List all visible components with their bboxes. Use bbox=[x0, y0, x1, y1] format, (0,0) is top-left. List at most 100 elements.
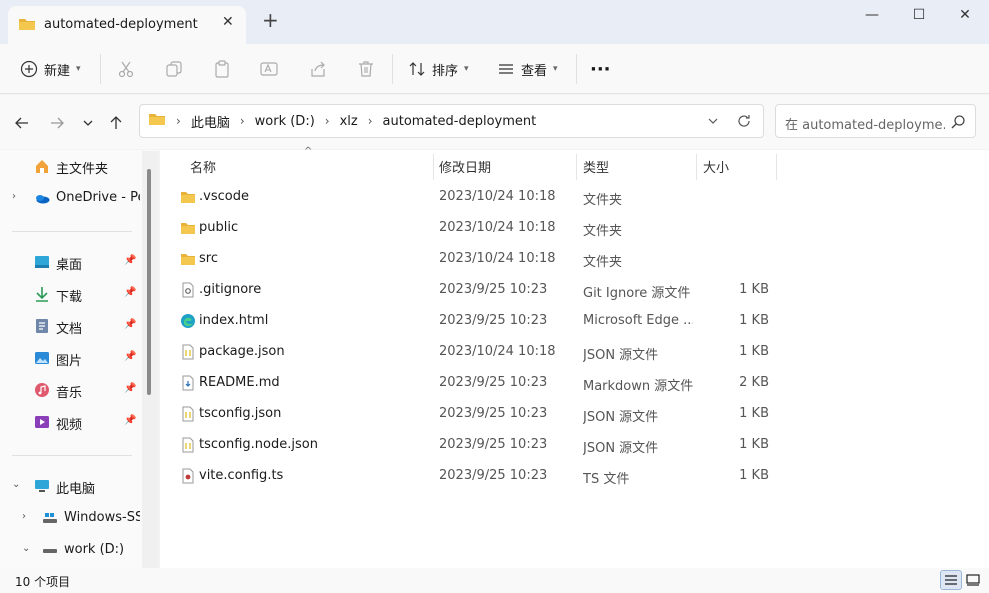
breadcrumb-separator-icon[interactable]: › bbox=[240, 114, 245, 128]
json-file-icon bbox=[180, 406, 196, 422]
sidebar-item-videos[interactable]: 视频 📌 bbox=[0, 408, 140, 436]
file-row[interactable]: tsconfig.json 2023/9/25 10:23 JSON 源文件 1 KB bbox=[176, 399, 776, 429]
sidebar-item-downloads[interactable]: 下载 📌 bbox=[0, 280, 140, 308]
file-row[interactable]: index.html 2023/9/25 10:23 Microsoft Edge … bbox=[176, 306, 776, 336]
tab-automated-deployment[interactable]: automated-deployment ✕ bbox=[8, 6, 246, 44]
navigation-pane: 主文件夹 › OneDrive - Per 桌面 📌 下载 📌 文档 📌 图片 … bbox=[0, 150, 158, 568]
column-divider[interactable] bbox=[433, 154, 434, 180]
pin-icon[interactable]: 📌 bbox=[124, 351, 136, 362]
share-icon bbox=[311, 61, 325, 77]
search-box[interactable]: 在 automated-deployme... bbox=[775, 104, 976, 138]
file-row[interactable]: package.json 2023/10/24 10:18 JSON 源文件 1 KB bbox=[176, 337, 776, 367]
sidebar-item-home[interactable]: 主文件夹 bbox=[0, 152, 140, 180]
file-name: vite.config.ts bbox=[199, 468, 284, 483]
search-placeholder: 在 automated-deployme... bbox=[785, 118, 945, 133]
expand-chevron-icon[interactable]: › bbox=[22, 511, 32, 522]
file-row[interactable]: public 2023/10/24 10:18 文件夹 bbox=[176, 213, 776, 243]
sidebar-item-this-pc[interactable]: ⌄ 此电脑 bbox=[0, 472, 140, 500]
markdown-file-icon bbox=[180, 375, 196, 391]
column-divider[interactable] bbox=[696, 154, 697, 180]
sidebar-divider bbox=[12, 455, 132, 456]
breadcrumb-automated-deployment[interactable]: automated-deployment bbox=[383, 114, 537, 129]
sidebar-item-work-d[interactable]: ⌄ work (D:) bbox=[0, 536, 140, 564]
pin-icon[interactable]: 📌 bbox=[124, 255, 136, 266]
copy-button[interactable] bbox=[165, 56, 183, 82]
sidebar-item-documents[interactable]: 文档 📌 bbox=[0, 312, 140, 340]
column-header-name[interactable]: 名称 bbox=[190, 157, 216, 185]
onedrive-icon bbox=[34, 190, 50, 206]
view-button[interactable]: 查看 ▾ bbox=[497, 56, 558, 82]
pin-icon[interactable]: 📌 bbox=[124, 287, 136, 298]
share-button[interactable] bbox=[309, 56, 327, 82]
breadcrumb-separator-icon[interactable]: › bbox=[368, 114, 373, 128]
sidebar-item-pictures[interactable]: 图片 📌 bbox=[0, 344, 140, 372]
file-row[interactable]: tsconfig.node.json 2023/9/25 10:23 JSON 源文… bbox=[176, 430, 776, 460]
close-window-button[interactable]: ✕ bbox=[942, 4, 988, 28]
breadcrumb-separator-icon[interactable]: › bbox=[325, 114, 330, 128]
sidebar-item-desktop[interactable]: 桌面 📌 bbox=[0, 248, 140, 276]
file-type: Microsoft Edge ... bbox=[583, 313, 693, 328]
rename-button[interactable] bbox=[260, 56, 278, 82]
column-divider[interactable] bbox=[776, 154, 777, 180]
column-header-date[interactable]: 修改日期 bbox=[439, 157, 491, 185]
sidebar-divider bbox=[12, 231, 132, 232]
file-row[interactable]: src 2023/10/24 10:18 文件夹 bbox=[176, 244, 776, 274]
tiles-view-button[interactable] bbox=[962, 570, 984, 590]
more-options-button[interactable]: ··· bbox=[590, 56, 611, 82]
cut-button[interactable] bbox=[117, 56, 135, 82]
sidebar-item-onedrive[interactable]: › OneDrive - Per bbox=[0, 184, 140, 212]
details-view-button[interactable] bbox=[940, 570, 962, 590]
up-arrow-icon[interactable] bbox=[106, 113, 126, 133]
address-history-chevron-icon[interactable] bbox=[706, 114, 720, 132]
paste-button[interactable] bbox=[213, 56, 231, 82]
file-row[interactable]: .vscode 2023/10/24 10:18 文件夹 bbox=[176, 182, 776, 212]
file-type: JSON 源文件 bbox=[583, 441, 659, 456]
file-row[interactable]: vite.config.ts 2023/9/25 10:23 TS 文件 1 KB bbox=[176, 461, 776, 491]
minimize-button[interactable]: — bbox=[849, 4, 895, 28]
new-tab-button[interactable]: + bbox=[262, 10, 279, 30]
forward-arrow-icon[interactable] bbox=[47, 113, 67, 133]
new-button[interactable]: 新建 ▾ bbox=[20, 56, 81, 82]
pin-icon[interactable]: 📌 bbox=[124, 319, 136, 330]
pin-icon[interactable]: 📌 bbox=[124, 415, 136, 426]
sidebar-item-music[interactable]: 音乐 📌 bbox=[0, 376, 140, 404]
address-bar[interactable]: › 此电脑 › work (D:) › xlz › automated-depl… bbox=[139, 104, 764, 138]
maximize-button[interactable]: ☐ bbox=[896, 4, 942, 28]
toolbar-divider bbox=[392, 54, 393, 84]
file-row[interactable]: .gitignore 2023/9/25 10:23 Git Ignore 源文件 1… bbox=[176, 275, 776, 305]
drive-c-icon bbox=[42, 510, 58, 526]
copy-icon bbox=[166, 61, 182, 77]
file-name: tsconfig.node.json bbox=[199, 437, 318, 452]
back-arrow-icon[interactable] bbox=[12, 113, 32, 133]
folder-icon bbox=[18, 16, 36, 36]
refresh-icon[interactable] bbox=[736, 113, 752, 133]
breadcrumb-xlz[interactable]: xlz bbox=[340, 114, 358, 129]
file-row[interactable]: README.md 2023/9/25 10:23 Markdown 源文件 2 KB bbox=[176, 368, 776, 398]
column-header-type[interactable]: 类型 bbox=[583, 157, 609, 185]
toolbar-divider bbox=[100, 54, 101, 84]
collapse-chevron-icon[interactable]: ⌄ bbox=[12, 479, 22, 490]
file-type: 文件夹 bbox=[583, 224, 623, 239]
sort-button[interactable]: 排序 ▾ bbox=[408, 56, 469, 82]
close-tab-icon[interactable]: ✕ bbox=[222, 14, 234, 30]
file-list: ^ 名称 修改日期 类型 大小 .vscode 2023/10/24 10:18 文… bbox=[160, 146, 989, 568]
breadcrumb-this-pc[interactable]: 此电脑 bbox=[191, 112, 230, 131]
expand-chevron-icon[interactable]: › bbox=[12, 191, 22, 202]
column-divider[interactable] bbox=[576, 154, 577, 180]
item-count: 10 个项目 bbox=[15, 575, 71, 589]
breadcrumb-work-d[interactable]: work (D:) bbox=[255, 114, 315, 129]
search-icon[interactable] bbox=[950, 114, 966, 134]
delete-button[interactable] bbox=[357, 56, 375, 82]
tiles-view-icon bbox=[966, 574, 980, 586]
breadcrumb-separator-icon[interactable]: › bbox=[176, 114, 181, 128]
file-modified-date: 2023/10/24 10:18 bbox=[439, 251, 556, 266]
sidebar-item-windows-ssd[interactable]: › Windows-SSD bbox=[0, 504, 140, 532]
column-header-size[interactable]: 大小 bbox=[703, 157, 729, 185]
sidebar-scrollbar[interactable] bbox=[142, 151, 158, 569]
cut-icon bbox=[118, 61, 134, 78]
pin-icon[interactable]: 📌 bbox=[124, 383, 136, 394]
recent-locations-chevron-icon[interactable] bbox=[78, 113, 98, 133]
scrollbar-thumb[interactable] bbox=[147, 169, 151, 395]
collapse-chevron-icon[interactable]: ⌄ bbox=[22, 543, 32, 554]
file-name: README.md bbox=[199, 375, 280, 390]
